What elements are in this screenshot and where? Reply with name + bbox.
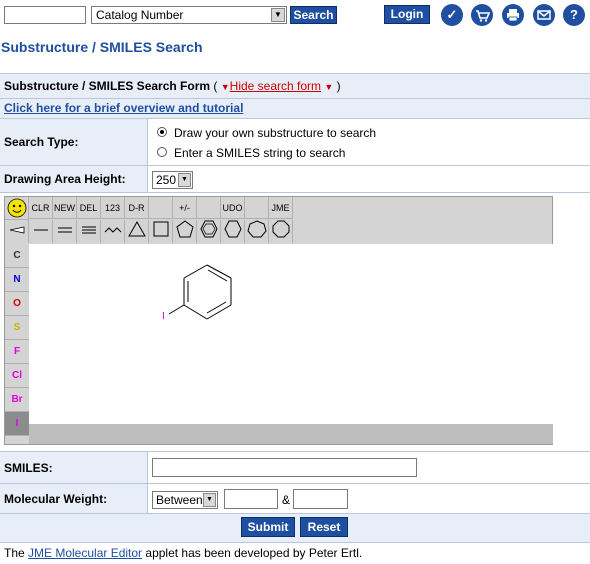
paren-open: ( [213,79,218,93]
jme-123-button[interactable]: 123 [101,197,125,219]
triangle-down-icon: ▼ [324,82,334,92]
mw-max-input[interactable] [293,489,348,509]
molecular-weight-label: Molecular Weight: [0,484,148,513]
smiles-input[interactable] [152,458,417,477]
jme-editor-link[interactable]: JME Molecular Editor [28,546,142,560]
jme-blank-button[interactable] [197,197,221,219]
ring3-icon[interactable] [125,220,149,243]
smiley-icon[interactable] [5,197,29,220]
jme-dr-button[interactable]: D-R [125,197,149,219]
chevron-down-icon: ▼ [203,493,216,507]
jme-blank-button[interactable] [149,197,173,219]
mw-min-input[interactable] [224,489,278,509]
mw-mode-select[interactable]: Between ▼ [152,491,218,509]
quick-search-input[interactable] [4,6,86,24]
jme-status-bar [29,424,553,444]
drawing-height-select[interactable]: 250 ▼ [152,171,193,189]
ring7-icon[interactable] [245,220,269,243]
mw-mode-value: Between [156,493,203,507]
submit-button[interactable]: Submit [241,517,295,537]
hide-search-form-link[interactable]: Hide search form [230,79,321,93]
drawing-canvas[interactable]: I [29,244,553,424]
atom-n-button[interactable]: N [5,268,29,292]
catalog-type-select[interactable]: Catalog Number ▼ [91,6,287,24]
print-icon[interactable] [502,4,524,26]
triangle-down-icon: ▼ [220,82,230,92]
jme-molecular-editor[interactable]: CLR NEW DEL 123 D-R +/- UDO JME C N O S … [4,196,553,445]
jme-charge-button[interactable]: +/- [173,197,197,219]
atom-c-button[interactable]: C [5,244,29,268]
double-bond-icon[interactable] [53,220,77,243]
jme-clr-button[interactable]: CLR [29,197,53,219]
iodine-atom-label: I [162,311,165,322]
search-button[interactable]: Search [290,6,337,24]
drawing-height-label: Drawing Area Height: [0,166,148,192]
ring5-icon[interactable] [173,220,197,243]
jme-about-button[interactable]: JME [269,197,293,219]
chevron-down-icon: ▼ [178,173,191,187]
login-button[interactable]: Login [384,5,430,24]
draw-substructure-label[interactable]: Draw your own substructure to search [174,126,376,140]
smiles-row: SMILES: [0,451,590,483]
footer-prefix: The [4,546,29,560]
mail-icon[interactable] [533,4,555,26]
triple-bond-icon[interactable] [77,220,101,243]
jme-new-button[interactable]: NEW [53,197,77,219]
smiles-label: SMILES: [0,452,148,483]
submit-row [0,513,590,542]
atom-i-button[interactable]: I [5,412,29,436]
tutorial-link[interactable]: Click here for a brief overview and tuto… [4,101,243,115]
search-form-header: Substructure / SMILES Search Form ( ▼Hid… [0,73,590,98]
check-icon[interactable]: ✓ [441,4,463,26]
molecular-weight-row: Molecular Weight: Between ▼ & [0,483,590,513]
help-icon[interactable]: ? [563,4,585,26]
atom-o-button[interactable]: O [5,292,29,316]
wedge-bond-icon[interactable] [5,220,29,243]
cart-icon[interactable] [471,4,493,26]
search-type-options: Draw your own substructure to search Ent… [149,119,590,165]
paren-close: ) [336,79,341,93]
tutorial-row: Click here for a brief overview and tuto… [0,98,590,118]
form-title: Substructure / SMILES Search Form [4,79,211,93]
ring4-icon[interactable] [149,220,173,243]
jme-del-button[interactable]: DEL [77,197,101,219]
top-bar: Catalog Number ▼ Search Login ✓ ? [0,0,590,30]
single-bond-icon[interactable] [29,220,53,243]
search-type-row: Search Type: Draw your own substructure … [0,118,590,165]
footer-suffix: applet has been developed by Peter Ertl. [142,546,363,560]
smiles-string-radio[interactable] [157,147,167,157]
chevron-down-icon: ▼ [271,8,285,22]
atom-br-button[interactable]: Br [5,388,29,412]
search-type-label: Search Type: [0,119,148,165]
ring8-icon[interactable] [269,220,293,243]
reset-button[interactable]: Reset [300,517,348,537]
mw-and-label: & [282,493,291,507]
footer-credit: The JME Molecular Editor applet has been… [0,542,590,564]
atom-f-button[interactable]: F [5,340,29,364]
atom-cl-button[interactable]: Cl [5,364,29,388]
ring6-icon[interactable] [221,220,245,243]
catalog-type-value: Catalog Number [96,8,184,22]
smiles-string-label[interactable]: Enter a SMILES string to search [174,146,345,160]
benzene-icon[interactable] [197,220,221,243]
page-title: Substructure / SMILES Search [1,39,203,55]
jme-undo-button[interactable]: UDO [221,197,245,219]
atom-s-button[interactable]: S [5,316,29,340]
drawing-height-row: Drawing Area Height: 250 ▼ [0,165,590,192]
draw-substructure-radio[interactable] [157,127,167,137]
molecule-drawing: I [162,264,232,322]
drawing-height-value: 250 [156,173,177,187]
jme-blank-button[interactable] [245,197,269,219]
chain-icon[interactable] [101,220,125,243]
